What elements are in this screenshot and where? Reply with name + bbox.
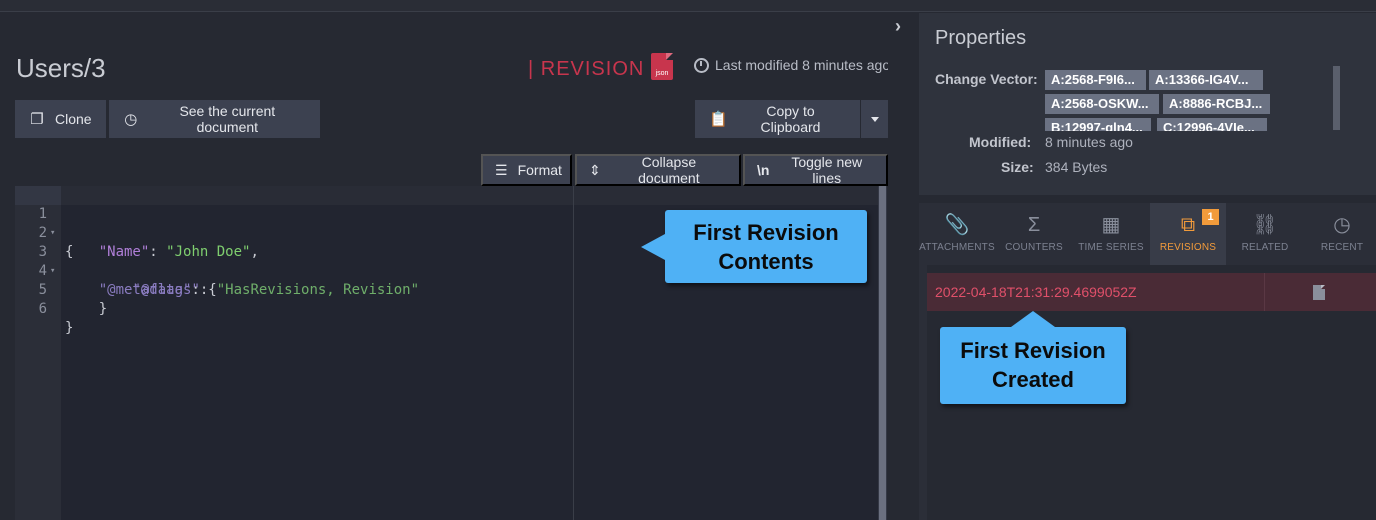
newline-icon: \n	[757, 162, 770, 178]
change-vector-tag: A:2568-OSKW...	[1045, 94, 1159, 114]
code-line: 5 }	[15, 262, 575, 317]
timeseries-icon: ▦	[1101, 214, 1121, 236]
revision-label: | REVISION	[528, 58, 645, 80]
collapse-label: Collapse document	[638, 154, 700, 186]
view-revision-button[interactable]	[1264, 273, 1372, 311]
copy-dropdown-button[interactable]	[861, 100, 888, 138]
pane-splitter[interactable]	[888, 13, 918, 520]
clone-button[interactable]: ❐ Clone	[15, 100, 106, 138]
link-icon: ⛓	[1252, 214, 1278, 236]
line-number: 6	[38, 301, 47, 317]
clipboard-icon: 📋	[709, 111, 728, 128]
list-item[interactable]: 2022-04-18T21:31:29.4699052Z	[927, 273, 1376, 311]
last-modified: Last modified 8 minutes ago	[694, 57, 890, 73]
change-vector-tag: A:2568-F9I6...	[1045, 70, 1146, 90]
clock-icon: ◷	[1333, 214, 1351, 236]
callout-line: First Revision	[693, 220, 839, 245]
properties-panel: Properties Change Vector: A:2568-F9I6...…	[919, 13, 1376, 195]
revision-timestamp[interactable]: 2022-04-18T21:31:29.4699052Z	[935, 284, 1137, 300]
brace: }	[65, 320, 74, 336]
copy-label: Copy to Clipboard	[760, 103, 821, 135]
chevron-right-icon[interactable]: ›	[895, 16, 901, 37]
json-file-icon: json	[651, 53, 673, 80]
tab-counters[interactable]: Σ COUNTERS	[996, 203, 1072, 265]
change-vector-scrollbar[interactable]	[1333, 66, 1340, 130]
size-value: 384 Bytes	[1045, 159, 1108, 175]
tab-label: RELATED	[1241, 242, 1289, 253]
tab-attachments[interactable]: 📎 ATTACHMENTS	[919, 203, 995, 265]
document-icon	[1312, 284, 1325, 300]
change-vector-tag: A:8886-RCBJ...	[1163, 94, 1270, 114]
clone-label: Clone	[55, 111, 92, 127]
paperclip-icon: 📎	[944, 214, 970, 236]
callout-line: Created	[992, 367, 1074, 392]
last-modified-text: Last modified 8 minutes ago	[715, 57, 891, 73]
copy-icon: ❐	[30, 111, 44, 128]
top-border	[0, 0, 1376, 12]
format-label: Format	[517, 162, 562, 178]
format-button[interactable]: ☰ Format	[481, 154, 572, 186]
page-title: Users/3	[16, 53, 106, 83]
tab-recent[interactable]: ◷ RECENT	[1304, 203, 1376, 265]
tab-time-series[interactable]: ▦ TIME SERIES	[1073, 203, 1149, 265]
change-vector-list: A:2568-F9I6... A:13366-IG4V... A:2568-OS…	[1045, 69, 1277, 131]
modified-value: 8 minutes ago	[1045, 134, 1133, 150]
tab-label: RECENT	[1320, 242, 1364, 253]
code-line: 6 }	[15, 281, 575, 336]
collapse-icon: ⇕	[589, 161, 601, 178]
document-tabs: 📎 ATTACHMENTS Σ COUNTERS ▦ TIME SERIES ⧉…	[919, 203, 1376, 265]
editor-scrollbar[interactable]	[879, 186, 886, 520]
see-current-document-button[interactable]: ◷ See the current document	[109, 100, 320, 138]
brace: }	[98, 301, 108, 317]
size-label: Size:	[1001, 159, 1034, 175]
change-vector-label: Change Vector:	[935, 71, 1038, 87]
revisions-count-badge: 1	[1202, 209, 1219, 225]
change-vector-tag: B:12997-gln4...	[1045, 118, 1151, 131]
callout-first-revision-created: First Revision Created	[940, 311, 1126, 404]
copy-to-clipboard-button[interactable]: 📋 Copy to Clipboard	[695, 100, 860, 138]
properties-title: Properties	[935, 27, 1027, 49]
modified-label: Modified:	[969, 134, 1032, 150]
sigma-icon: Σ	[1027, 214, 1041, 236]
see-current-label: See the current document	[179, 103, 276, 135]
tab-related[interactable]: ⛓ RELATED	[1227, 203, 1303, 265]
code-line: 1 ▾ {	[15, 186, 575, 260]
collapse-document-button[interactable]: ⇕ Collapse document	[575, 154, 741, 186]
tab-revisions[interactable]: ⧉ 1 REVISIONS	[1150, 203, 1226, 265]
code-line: 4 "@flags": "HasRevisions, Revision"	[15, 243, 575, 298]
toggle-lines-label: Toggle new lines	[791, 154, 863, 186]
callout-line: Contents	[718, 249, 814, 274]
callout-first-revision-contents: First Revision Contents	[641, 210, 867, 283]
tab-label: ATTACHMENTS	[919, 242, 995, 253]
clock-icon: ◷	[124, 111, 138, 128]
json-badge-text: json	[655, 70, 669, 77]
code-line: 2 "Name": "John Doe",	[15, 205, 575, 260]
tab-label: TIME SERIES	[1078, 242, 1144, 253]
chevron-down-icon	[870, 116, 879, 122]
code-line: 3 ▾ "@metadata": {	[15, 224, 575, 298]
tab-label: REVISIONS	[1159, 242, 1217, 253]
callout-line: First Revision	[960, 338, 1106, 363]
clock-icon	[694, 57, 709, 73]
tab-label: COUNTERS	[1005, 242, 1063, 253]
toggle-new-lines-button[interactable]: \n Toggle new lines	[743, 154, 888, 186]
change-vector-tag: C:12996-4VIe...	[1157, 118, 1267, 131]
change-vector-tag: A:13366-IG4V...	[1149, 70, 1263, 90]
revisions-left-border	[919, 265, 927, 520]
format-icon: ☰	[495, 161, 508, 178]
